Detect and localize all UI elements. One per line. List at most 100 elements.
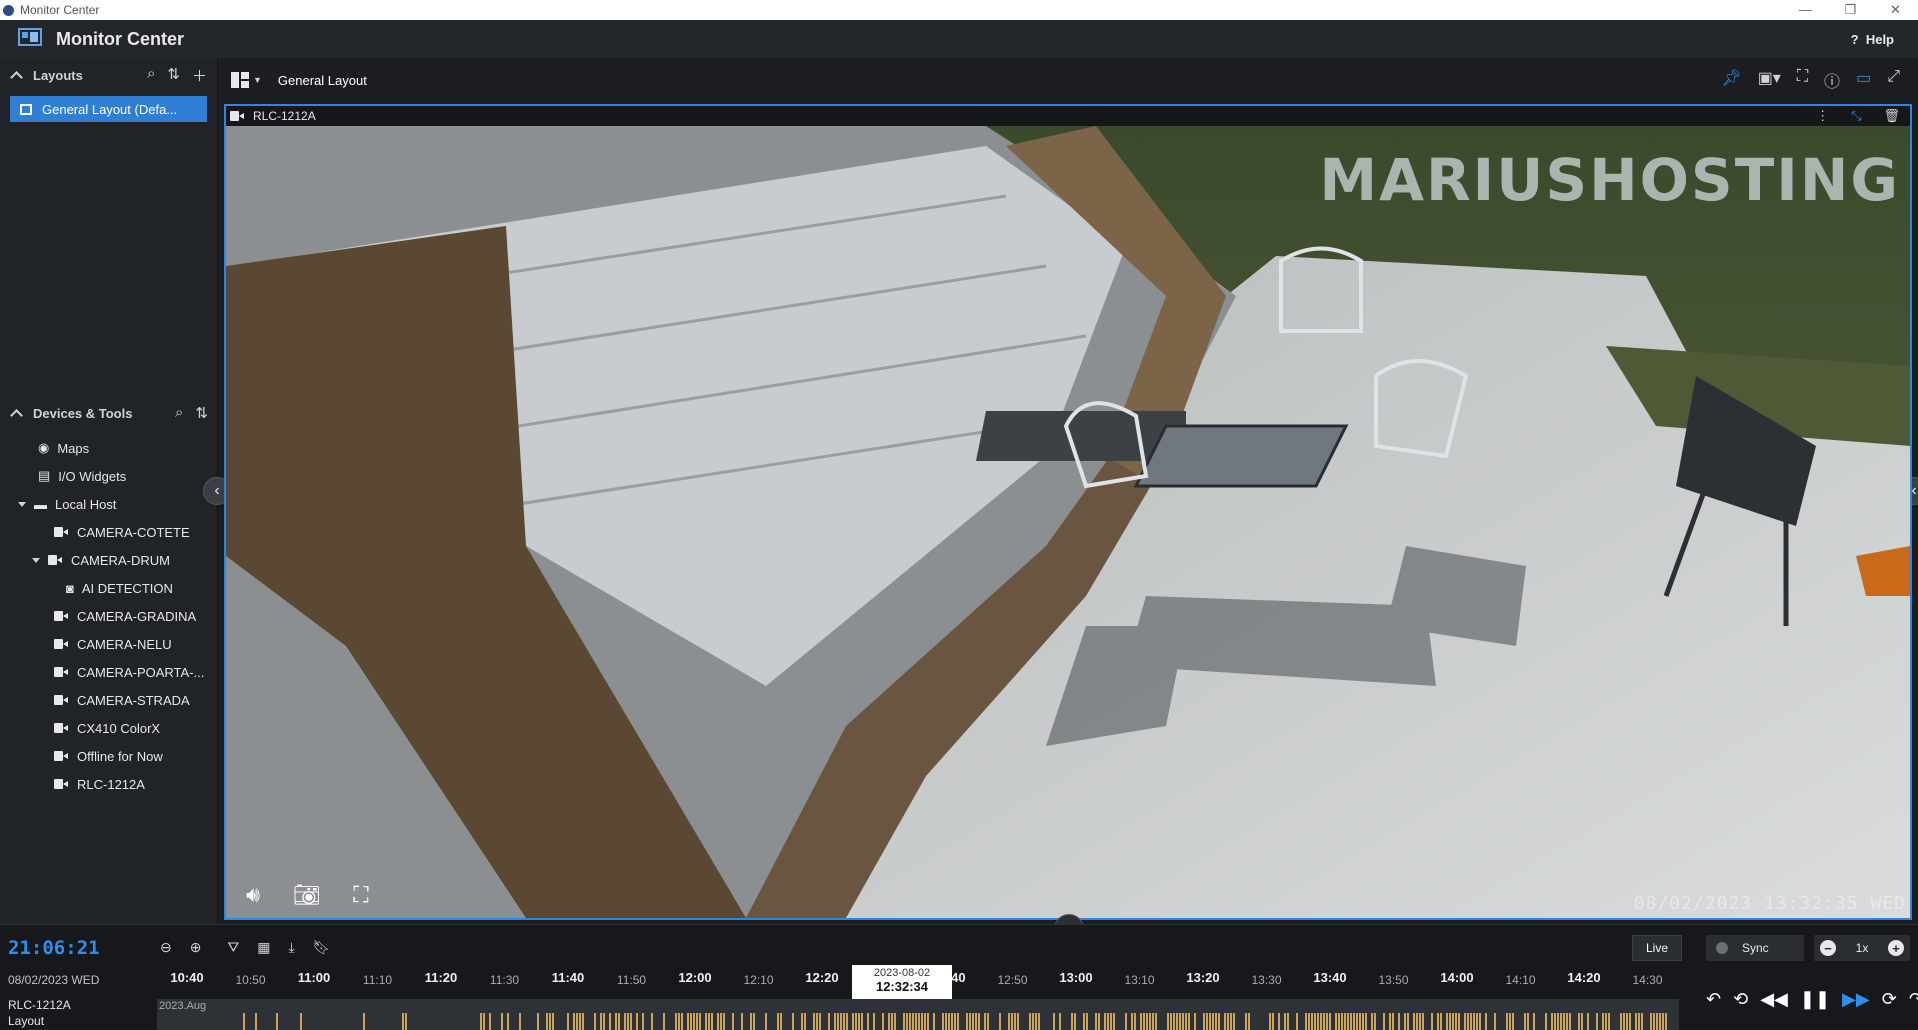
tree-item[interactable]: RLC-1212A xyxy=(0,770,218,798)
camera-video-feed[interactable]: MARIUSHOSTING 08/02/2023 13:32:35 WED 🔊︎… xyxy=(226,126,1910,918)
recording-event-mark xyxy=(549,1013,551,1030)
tree-item-label: Offline for Now xyxy=(77,748,163,764)
recording-event-mark xyxy=(663,1013,665,1030)
close-button[interactable]: ✕ xyxy=(1873,2,1918,18)
delete-icon[interactable]: 🗑︎ xyxy=(1883,108,1900,124)
recording-event-mark xyxy=(615,1013,617,1030)
timeline-tick: 11:00 xyxy=(297,970,331,985)
recording-event-mark xyxy=(243,1013,245,1030)
view-mode-icon[interactable]: ▣▾ xyxy=(1758,68,1781,92)
recording-event-mark xyxy=(1359,1013,1361,1030)
tree-item[interactable]: Offline for Now xyxy=(0,742,218,770)
zoom-in-icon[interactable]: ⊕ xyxy=(190,939,202,956)
recording-event-mark xyxy=(882,1013,884,1030)
jump-back-icon[interactable]: ↶ xyxy=(1706,989,1721,1010)
timeline-tick: 11:50 xyxy=(616,973,647,987)
recording-event-mark xyxy=(1167,1013,1169,1030)
layout-switch-icon[interactable] xyxy=(231,72,249,88)
fit-screen-icon[interactable]: ⛶ xyxy=(1797,68,1808,92)
audio-icon[interactable]: 🔊︎ xyxy=(238,882,268,908)
speed-decrease-button[interactable]: − xyxy=(1820,940,1836,956)
pause-icon[interactable]: ❚❚ xyxy=(1800,989,1830,1010)
filter-icon[interactable]: ⛛ xyxy=(227,939,239,956)
timeline-cursor[interactable]: 2023-08-02 12:32:34 xyxy=(852,965,952,999)
recording-event-mark xyxy=(861,1013,863,1030)
recording-event-mark xyxy=(1095,1013,1097,1030)
add-icon[interactable]: ＋ xyxy=(192,65,207,86)
tree-item[interactable]: CAMERA-NELU xyxy=(0,630,218,658)
chevron-down-icon[interactable]: ▼ xyxy=(253,75,262,85)
search-icon[interactable]: ⌕ xyxy=(147,65,155,86)
tree-item[interactable]: ▤ I/O Widgets xyxy=(0,462,218,490)
timeline-tick: 13:40 xyxy=(1313,970,1347,985)
calendar-icon[interactable]: ▦ xyxy=(257,939,270,956)
bookmark-icon[interactable]: 🔖︎ xyxy=(313,939,331,956)
tree-item[interactable]: CAMERA-POARTA-... xyxy=(0,658,218,686)
minimize-button[interactable]: — xyxy=(1783,2,1828,18)
tree-item[interactable]: ▬ Local Host xyxy=(0,490,218,518)
forward-10-icon[interactable]: ⟳ xyxy=(1882,989,1897,1010)
recording-event-mark xyxy=(954,1013,956,1030)
timeline-tick: 13:00 xyxy=(1059,970,1093,985)
expand-caret-icon[interactable] xyxy=(32,557,40,563)
help-button[interactable]: ? Help xyxy=(1851,32,1894,47)
recording-event-mark xyxy=(1344,1013,1346,1030)
recording-event-mark xyxy=(1053,1013,1055,1030)
app-header: Monitor Center ? Help xyxy=(0,20,1918,58)
info-icon[interactable]: ⓘ xyxy=(1824,68,1840,92)
watermark-text: MARIUSHOSTING xyxy=(1319,146,1900,214)
recording-event-mark xyxy=(834,1013,836,1030)
chevron-up-icon[interactable] xyxy=(10,70,23,84)
recording-event-mark xyxy=(1551,1013,1553,1030)
layouts-section-header[interactable]: Layouts ⌕ ⇅ ＋ xyxy=(0,58,217,92)
rewind-10-icon[interactable]: ⟲ xyxy=(1733,989,1748,1010)
tree-item[interactable]: CAMERA-DRUM xyxy=(0,546,218,574)
sort-icon[interactable]: ⇅ xyxy=(195,404,208,422)
recording-event-mark xyxy=(1626,1013,1628,1030)
tree-item[interactable]: CX410 ColorX xyxy=(0,714,218,742)
recording-event-mark xyxy=(1479,1013,1481,1030)
tree-item[interactable]: ◙ AI DETECTION xyxy=(0,574,218,602)
devices-section-header[interactable]: Devices & Tools ⌕ ⇅ xyxy=(0,396,218,430)
zoom-out-icon[interactable]: ⊖ xyxy=(160,939,172,956)
recording-event-mark xyxy=(1314,1013,1316,1030)
speed-increase-button[interactable]: + xyxy=(1888,940,1904,956)
fullscreen-icon[interactable]: ⤢ xyxy=(1887,68,1900,92)
camera-panel[interactable]: RLC-1212A ⋮ ⤡ 🗑︎ MARIUSHOSTING 08/02/202… xyxy=(224,104,1912,920)
recording-event-mark xyxy=(837,1013,839,1030)
recording-event-mark xyxy=(582,1013,584,1030)
sort-icon[interactable]: ⇅ xyxy=(167,65,180,86)
recording-event-mark xyxy=(483,1013,485,1030)
tree-item[interactable]: ◉ Maps xyxy=(0,434,218,462)
recording-event-mark xyxy=(1656,1013,1658,1030)
chevron-up-icon[interactable] xyxy=(10,408,23,422)
recording-event-mark xyxy=(717,1013,719,1030)
pin-icon[interactable]: 📌︎ xyxy=(1721,68,1741,92)
sync-label: Sync xyxy=(1742,941,1769,955)
live-button[interactable]: Live xyxy=(1632,935,1682,961)
digital-zoom-icon[interactable]: ⛶ xyxy=(346,882,376,908)
expand-caret-icon[interactable] xyxy=(18,501,26,507)
layout-item-general[interactable]: General Layout (Defa... xyxy=(10,96,207,122)
sync-toggle[interactable]: Sync xyxy=(1706,935,1804,961)
timeline-tick: 14:20 xyxy=(1567,970,1601,985)
panel-toggle-icon[interactable]: ▭ xyxy=(1856,68,1871,92)
jump-forward-icon[interactable]: ↷ xyxy=(1909,989,1918,1010)
more-options-icon[interactable]: ⋮ xyxy=(1816,108,1829,124)
search-icon[interactable]: ⌕ xyxy=(175,404,183,422)
recording-event-mark xyxy=(1533,1013,1535,1030)
fast-forward-icon[interactable]: ▶▶ xyxy=(1842,989,1870,1010)
tree-item[interactable]: CAMERA-COTETE xyxy=(0,518,218,546)
tree-item[interactable]: CAMERA-STRADA xyxy=(0,686,218,714)
snapshot-icon[interactable]: 📷︎ xyxy=(292,882,322,908)
step-back-icon[interactable]: ◀◀ xyxy=(1760,989,1788,1010)
tree-item[interactable]: CAMERA-GRADINA xyxy=(0,602,218,630)
recording-track[interactable]: 2023.Aug xyxy=(157,999,1679,1030)
recording-event-mark xyxy=(1356,1013,1358,1030)
recording-event-mark xyxy=(276,1013,278,1030)
download-icon[interactable]: ⤓ xyxy=(288,939,294,956)
chevron-left-icon: ‹ xyxy=(214,482,220,499)
recording-event-mark xyxy=(765,1013,767,1030)
shrink-icon[interactable]: ⤡ xyxy=(1851,108,1861,124)
maximize-button[interactable]: ❐ xyxy=(1828,2,1873,18)
